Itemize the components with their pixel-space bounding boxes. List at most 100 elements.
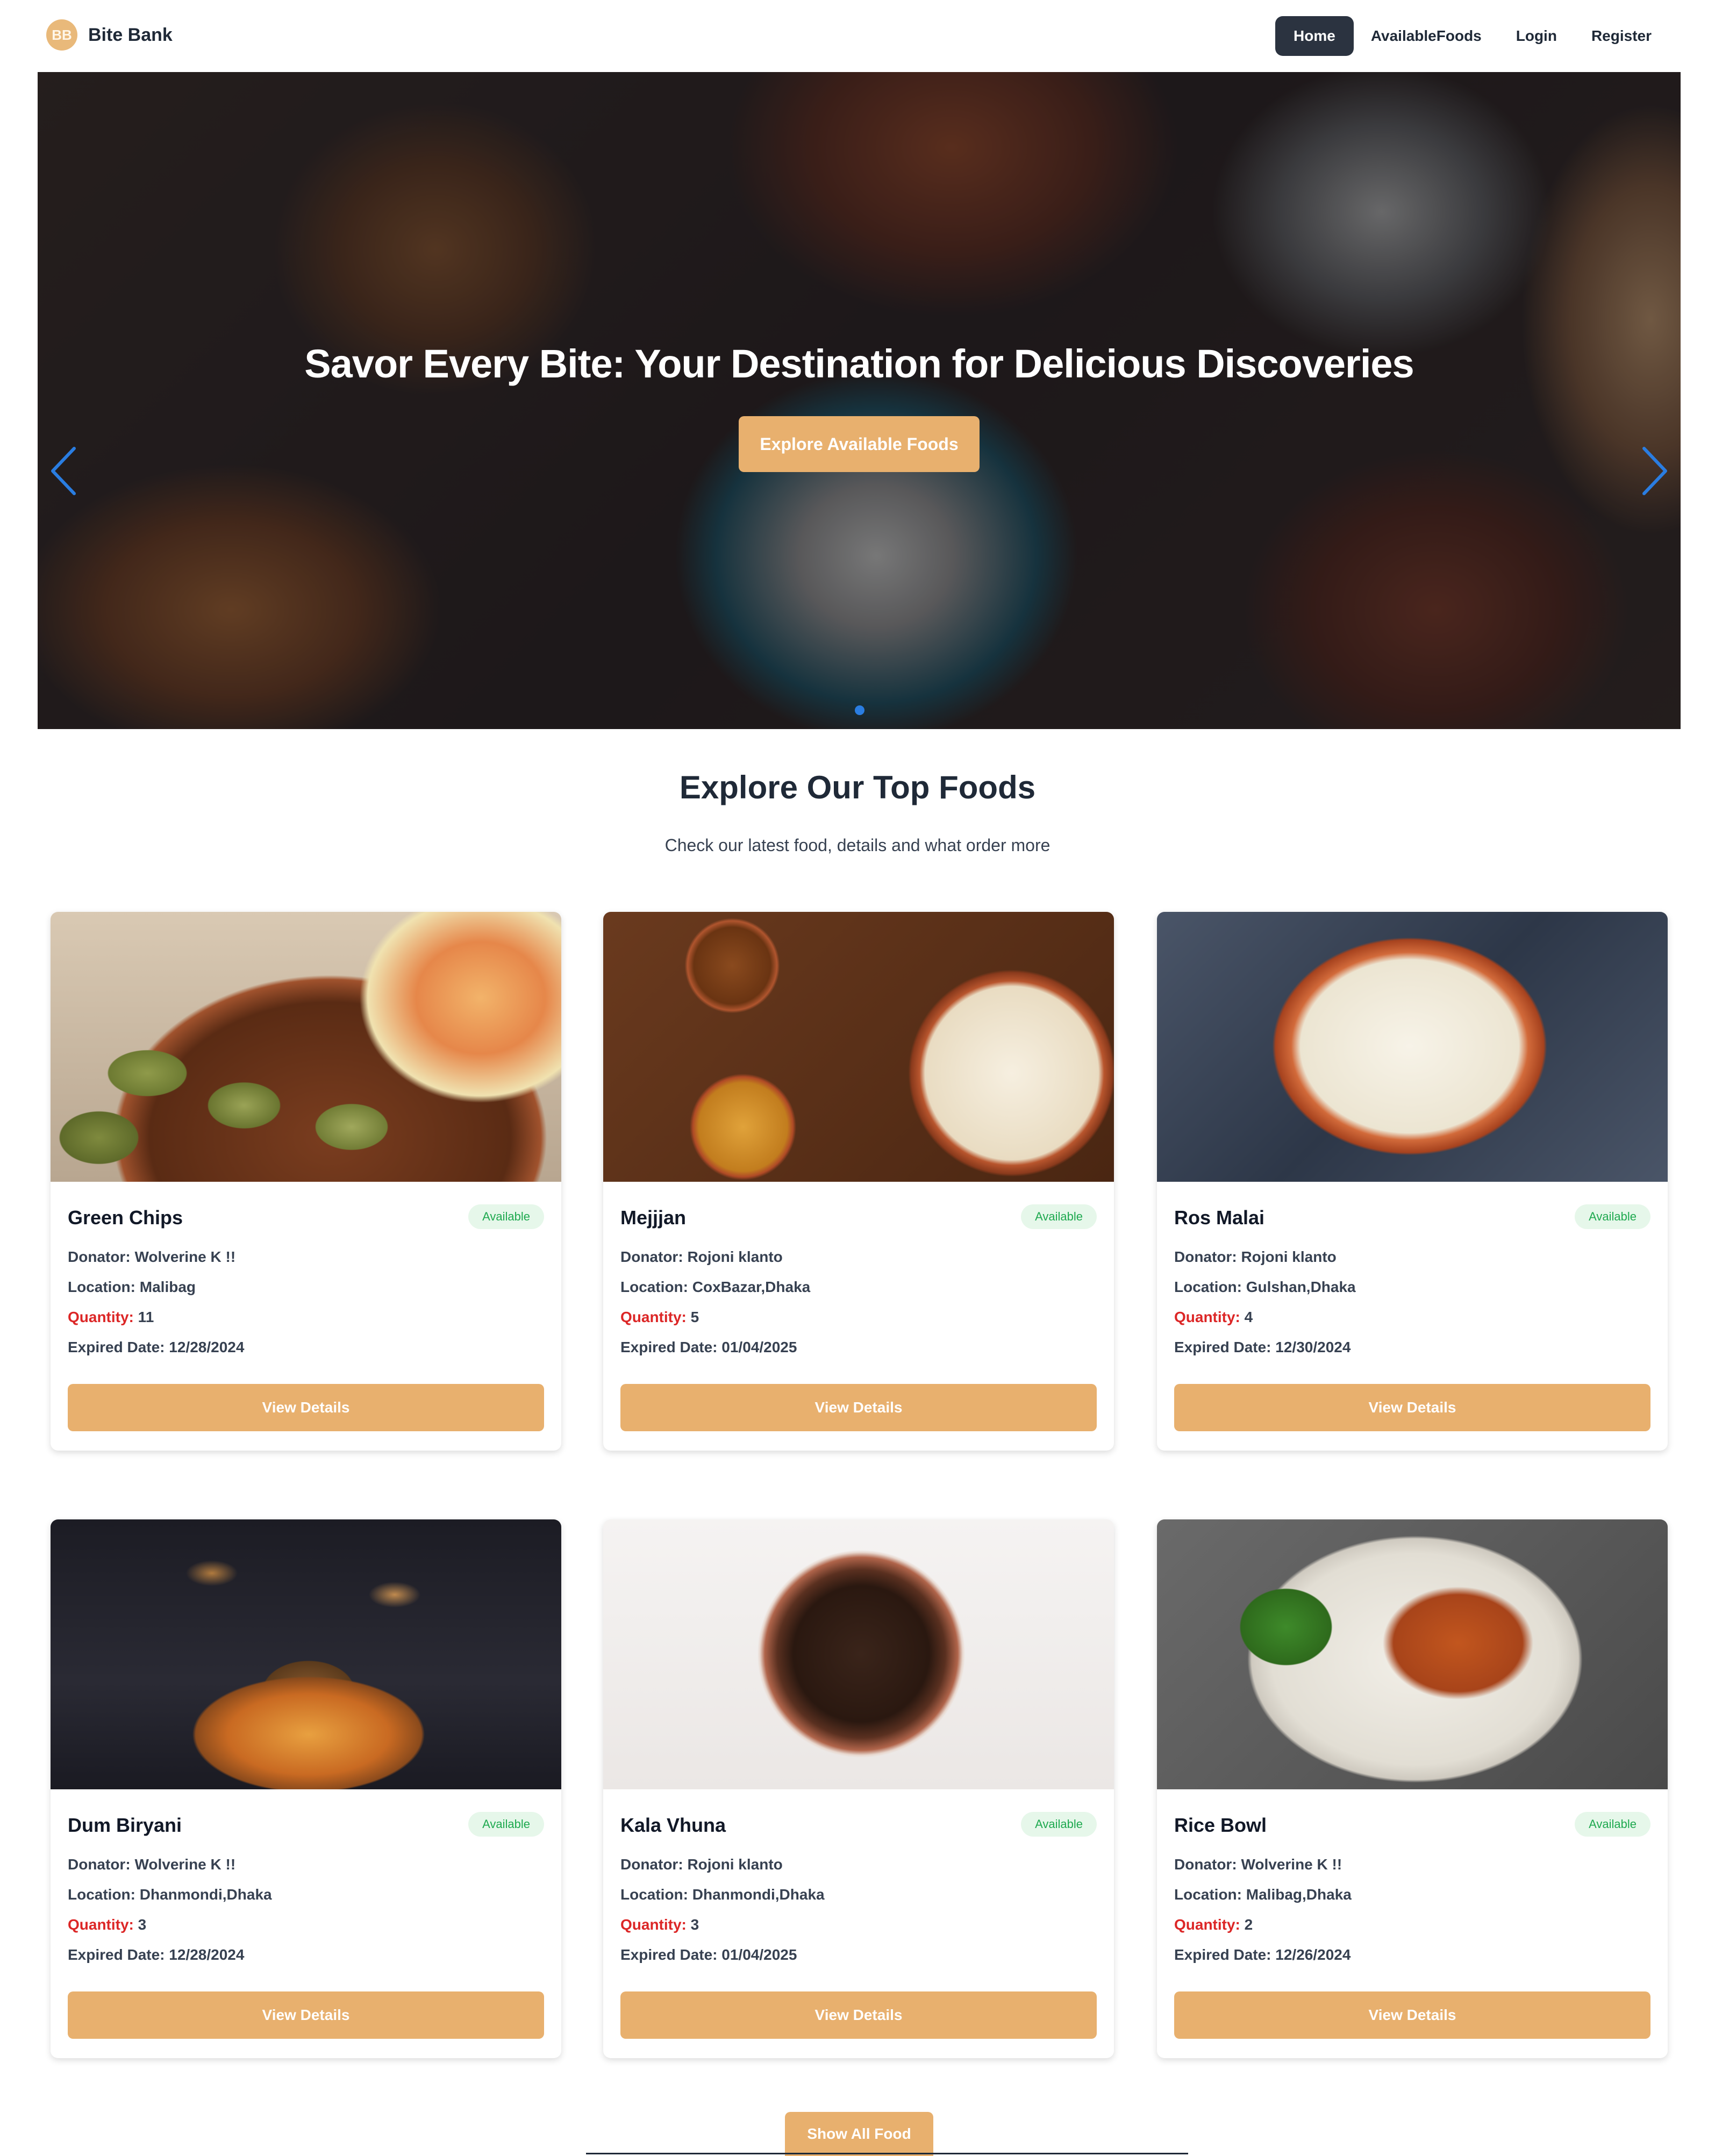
expired-value: 01/04/2025 bbox=[721, 1946, 797, 1963]
view-details-button[interactable]: View Details bbox=[68, 1991, 544, 2039]
nav-links: Home AvailableFoods Login Register bbox=[1275, 16, 1669, 56]
expired-label: Expired Date: bbox=[68, 1339, 165, 1355]
expired-label: Expired Date: bbox=[1174, 1339, 1271, 1355]
expired-label: Expired Date: bbox=[620, 1339, 718, 1355]
food-image bbox=[603, 912, 1114, 1182]
location-label: Location: bbox=[68, 1886, 135, 1903]
location-line: Location: Gulshan,Dhaka bbox=[1174, 1279, 1356, 1296]
view-details-button[interactable]: View Details bbox=[620, 1991, 1097, 2039]
status-badge: Available bbox=[468, 1812, 544, 1837]
nav-register[interactable]: Register bbox=[1574, 16, 1669, 56]
status-badge: Available bbox=[1575, 1204, 1650, 1229]
expired-line: Expired Date: 01/04/2025 bbox=[620, 1339, 797, 1356]
donator-label: Donator: bbox=[620, 1248, 683, 1265]
show-all-food-button[interactable]: Show All Food bbox=[785, 2112, 933, 2156]
donator-line: Donator: Rojoni klanto bbox=[1174, 1248, 1337, 1266]
nav-available-foods[interactable]: AvailableFoods bbox=[1354, 16, 1499, 56]
donator-value: Wolverine K !! bbox=[134, 1248, 236, 1265]
view-details-button[interactable]: View Details bbox=[1174, 1991, 1650, 2039]
food-name: Green Chips bbox=[68, 1206, 183, 1229]
quantity-line: Quantity: 2 bbox=[1174, 1916, 1253, 1933]
food-card: Rice Bowl Available Donator: Wolverine K… bbox=[1157, 1519, 1668, 2058]
brand[interactable]: BB Bite Bank bbox=[46, 19, 173, 51]
food-card: Dum Biryani Available Donator: Wolverine… bbox=[51, 1519, 561, 2058]
food-name: Dum Biryani bbox=[68, 1814, 182, 1836]
status-badge: Available bbox=[1021, 1204, 1097, 1229]
food-card: Mejjjan Available Donator: Rojoni klanto… bbox=[603, 912, 1114, 1451]
quantity-label: Quantity: bbox=[68, 1916, 134, 1933]
quantity-value: 5 bbox=[690, 1309, 699, 1325]
food-card: Green Chips Available Donator: Wolverine… bbox=[51, 912, 561, 1451]
food-image bbox=[1157, 912, 1668, 1182]
divider bbox=[586, 2153, 1188, 2154]
donator-line: Donator: Rojoni klanto bbox=[620, 1248, 783, 1266]
food-name: Rice Bowl bbox=[1174, 1814, 1267, 1836]
expired-line: Expired Date: 12/28/2024 bbox=[68, 1339, 244, 1356]
donator-line: Donator: Rojoni klanto bbox=[620, 1856, 783, 1873]
expired-value: 12/30/2024 bbox=[1275, 1339, 1351, 1355]
location-line: Location: Dhanmondi,Dhaka bbox=[68, 1886, 272, 1903]
nav-login[interactable]: Login bbox=[1499, 16, 1574, 56]
quantity-label: Quantity: bbox=[1174, 1916, 1240, 1933]
quantity-line: Quantity: 11 bbox=[68, 1309, 154, 1326]
section-subtitle: Check our latest food, details and what … bbox=[664, 836, 1051, 855]
hero-overlay bbox=[38, 72, 1681, 729]
section-title: Explore Our Top Foods bbox=[679, 769, 1036, 805]
quantity-value: 2 bbox=[1244, 1916, 1253, 1933]
quantity-label: Quantity: bbox=[68, 1309, 134, 1325]
location-value: Malibag bbox=[139, 1279, 196, 1295]
expired-value: 12/28/2024 bbox=[169, 1339, 245, 1355]
hero-title: Savor Every Bite: Your Destination for D… bbox=[304, 341, 1414, 386]
donator-label: Donator: bbox=[1174, 1248, 1237, 1265]
expired-value: 01/04/2025 bbox=[721, 1339, 797, 1355]
location-label: Location: bbox=[1174, 1279, 1242, 1295]
donator-line: Donator: Wolverine K !! bbox=[68, 1248, 235, 1266]
food-image bbox=[51, 912, 561, 1182]
status-badge: Available bbox=[468, 1204, 544, 1229]
expired-line: Expired Date: 01/04/2025 bbox=[620, 1946, 797, 1964]
donator-value: Rojoni klanto bbox=[687, 1248, 783, 1265]
quantity-value: 11 bbox=[138, 1309, 154, 1325]
location-value: CoxBazar,Dhaka bbox=[692, 1279, 811, 1295]
food-name: Mejjjan bbox=[620, 1206, 687, 1229]
food-name: Ros Malai bbox=[1174, 1206, 1265, 1229]
donator-value: Rojoni klanto bbox=[687, 1856, 783, 1873]
view-details-button[interactable]: View Details bbox=[620, 1384, 1097, 1431]
hero-carousel: Savor Every Bite: Your Destination for D… bbox=[38, 72, 1681, 729]
chevron-right-icon[interactable] bbox=[1639, 444, 1671, 498]
nav-home[interactable]: Home bbox=[1275, 16, 1354, 56]
food-card: Kala Vhuna Available Donator: Rojoni kla… bbox=[603, 1519, 1114, 2058]
food-image bbox=[603, 1519, 1114, 1789]
donator-label: Donator: bbox=[68, 1856, 131, 1873]
donator-value: Wolverine K !! bbox=[134, 1856, 236, 1873]
navbar: BB Bite Bank Home AvailableFoods Login R… bbox=[0, 0, 1715, 72]
quantity-value: 4 bbox=[1244, 1309, 1253, 1325]
status-badge: Available bbox=[1021, 1812, 1097, 1837]
quantity-label: Quantity: bbox=[620, 1309, 687, 1325]
view-details-button[interactable]: View Details bbox=[68, 1384, 544, 1431]
expired-label: Expired Date: bbox=[620, 1946, 718, 1963]
quantity-value: 3 bbox=[690, 1916, 699, 1933]
donator-value: Wolverine K !! bbox=[1241, 1856, 1342, 1873]
donator-label: Donator: bbox=[620, 1856, 683, 1873]
location-label: Location: bbox=[1174, 1886, 1242, 1903]
location-line: Location: Malibag,Dhaka bbox=[1174, 1886, 1352, 1903]
explore-foods-button[interactable]: Explore Available Foods bbox=[739, 416, 980, 472]
carousel-dot[interactable] bbox=[855, 705, 864, 715]
donator-label: Donator: bbox=[68, 1248, 131, 1265]
location-line: Location: Malibag bbox=[68, 1279, 196, 1296]
view-details-button[interactable]: View Details bbox=[1174, 1384, 1650, 1431]
expired-label: Expired Date: bbox=[68, 1946, 165, 1963]
status-badge: Available bbox=[1575, 1812, 1650, 1837]
location-value: Gulshan,Dhaka bbox=[1246, 1279, 1356, 1295]
location-line: Location: CoxBazar,Dhaka bbox=[620, 1279, 810, 1296]
food-image bbox=[1157, 1519, 1668, 1789]
expired-line: Expired Date: 12/26/2024 bbox=[1174, 1946, 1350, 1964]
food-card: Ros Malai Available Donator: Rojoni klan… bbox=[1157, 912, 1668, 1451]
chevron-left-icon[interactable] bbox=[47, 444, 80, 498]
location-label: Location: bbox=[68, 1279, 135, 1295]
expired-line: Expired Date: 12/28/2024 bbox=[68, 1946, 244, 1964]
brand-name: Bite Bank bbox=[88, 24, 173, 45]
location-line: Location: Dhanmondi,Dhaka bbox=[620, 1886, 825, 1903]
location-value: Malibag,Dhaka bbox=[1246, 1886, 1352, 1903]
